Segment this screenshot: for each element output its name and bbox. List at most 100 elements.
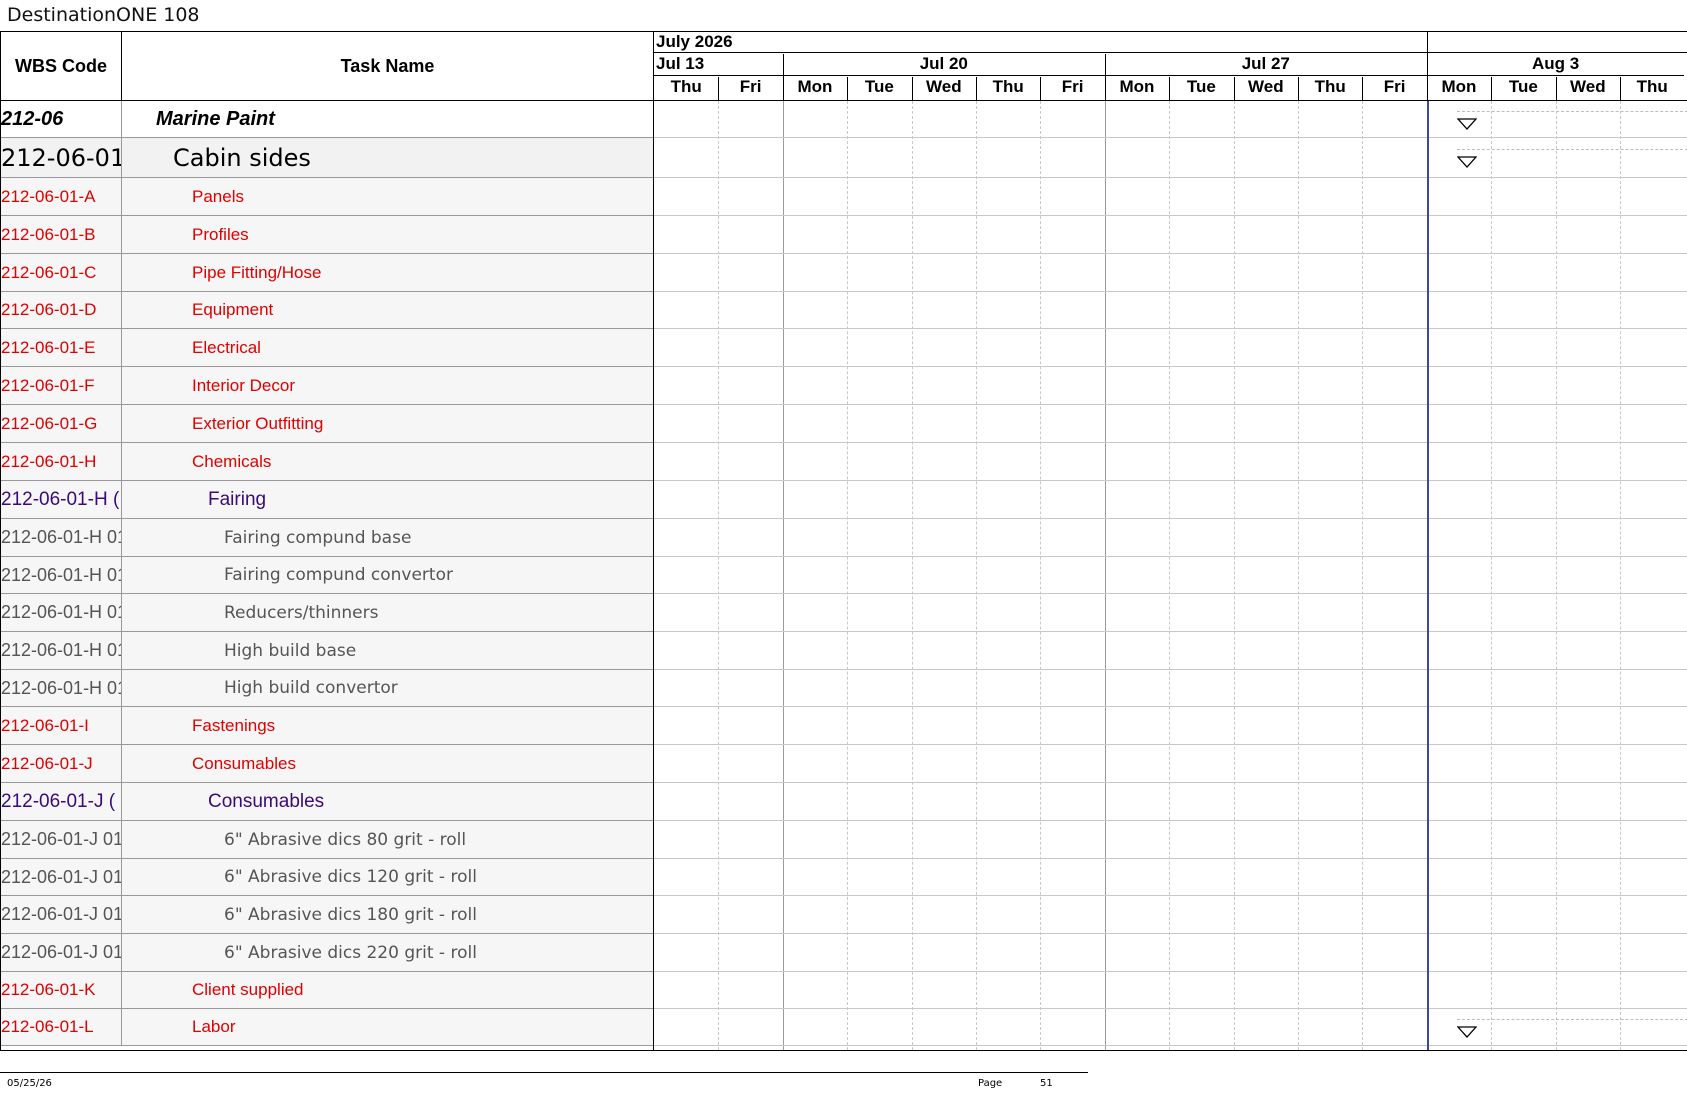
table-row[interactable]: 212-06-01-J (Consumables: [1, 783, 653, 821]
summary-continuation-line: [1456, 149, 1687, 150]
table-row[interactable]: 212-06-01-H ( Fairing: [1, 481, 653, 519]
task-name-cell: Consumables: [208, 790, 325, 812]
day-separator: [1555, 77, 1557, 100]
wbs-code-cell: 212-06-01-G: [1, 405, 122, 442]
timeline-day-label: Mon: [797, 77, 833, 96]
timeline-row: [654, 367, 1687, 405]
day-separator: [976, 77, 977, 100]
wbs-code-cell: 212-06-01-K: [1, 972, 122, 1008]
task-name-cell: Cabin sides: [173, 143, 311, 172]
timeline-row: [654, 443, 1687, 481]
wbs-code-cell: 212-06-01-J: [1, 745, 122, 782]
table-row[interactable]: 212-06-01-F Interior Decor: [1, 367, 653, 405]
wbs-code-cell: 212-06-01-J 01: [1, 896, 122, 933]
table-row[interactable]: 212-06-01-L Labor: [1, 1009, 653, 1046]
table-row[interactable]: 212-06-01-H Chemicals: [1, 443, 653, 481]
task-name-cell: Fairing compund convertor: [224, 565, 453, 585]
table-row[interactable]: 212-06-01-H 01 High build convertor: [1, 670, 653, 707]
table-row[interactable]: 212-06 Marine Paint: [1, 101, 653, 138]
day-separator: [718, 77, 720, 100]
table-row[interactable]: 212-06-01-H 01 High build base: [1, 632, 653, 670]
timeline-day-label: Thu: [1314, 77, 1346, 96]
timeline-row: [654, 594, 1687, 632]
table-row[interactable]: 212-06-01-J 01 6" Abrasive dics 120 grit …: [1, 859, 653, 896]
task-name-cell: 6" Abrasive dics 120 grit - roll: [224, 867, 477, 887]
timeline-day-label: Wed: [1248, 77, 1284, 96]
table-row[interactable]: 212-06-01-J 01 6" Abrasive dics 80 grit -…: [1, 821, 653, 859]
wbs-code-cell: 212-06-01-E: [1, 329, 122, 366]
task-name-header[interactable]: Task Name: [122, 32, 653, 100]
table-row[interactable]: 212-06-01-D Equipment: [1, 292, 653, 329]
timeline-row: [654, 783, 1687, 821]
table-row[interactable]: 212-06-01-J 01 6" Abrasive dics 220 grit …: [1, 934, 653, 972]
timeline-row: [654, 557, 1687, 594]
summary-task-marker-icon: [1456, 117, 1477, 130]
timeline-row: [654, 405, 1687, 443]
wbs-code-cell: 212-06-01-H (: [1, 481, 122, 518]
task-name-cell: Client supplied: [192, 980, 304, 999]
task-name-cell: 6" Abrasive dics 80 grit - roll: [224, 829, 467, 850]
timeline-day-label: Thu: [670, 77, 702, 96]
table-row[interactable]: 212-06-01-J 01 6" Abrasive dics 180 grit …: [1, 896, 653, 934]
day-separator: [1620, 77, 1621, 100]
timeline-row: [654, 329, 1687, 367]
table-row[interactable]: 212-06-01-I Fastenings: [1, 707, 653, 745]
timeline-grid: [654, 101, 1687, 1050]
wbs-code-cell: 212-06-01-I: [1, 707, 122, 744]
table-row[interactable]: 212-06-01-C Pipe Fitting/Hose: [1, 254, 653, 292]
wbs-code-cell: 212-06-01-H 01: [1, 632, 122, 669]
document-title: DestinationONE 108: [7, 4, 200, 26]
summary-task-marker-icon: [1456, 156, 1477, 168]
footer-divider: [0, 1072, 1088, 1073]
task-name-cell: Profiles: [192, 224, 249, 244]
task-name-cell: Fairing: [208, 488, 267, 510]
footer-date: 05/25/26: [7, 1078, 52, 1089]
table-row[interactable]: 212-06-01-K Client supplied: [1, 972, 653, 1009]
table-row[interactable]: 212-06-01-G Exterior Outfitting: [1, 405, 653, 443]
timeline-day-label: Mon: [1441, 77, 1477, 96]
table-row[interactable]: 212-06-01-J Consumables: [1, 745, 653, 783]
task-name-cell: Fairing compund base: [224, 527, 412, 548]
timeline-week-label: Jul 13: [654, 54, 783, 76]
table-row[interactable]: 212-06-01-H 01 Reducers/thinners: [1, 594, 653, 632]
wbs-code-cell: 212-06-01-C: [1, 254, 122, 291]
task-name-cell: Chemicals: [192, 451, 272, 471]
task-name-cell: Pipe Fitting/Hose: [192, 262, 322, 282]
wbs-code-cell: 212-06-01-A: [1, 178, 122, 215]
task-name-cell: 6" Abrasive dics 220 grit - roll: [224, 942, 477, 963]
timeline-day-label: Fri: [1061, 77, 1084, 96]
footer-page-label: Page: [978, 1078, 1003, 1089]
table-row[interactable]: 212-06-01 Cabin sides: [1, 138, 653, 178]
timeline-row: [654, 519, 1687, 557]
gantt-chart: July 2026 Jul 13 Jul 20 Jul 27 Aug 3 Thu Fri Mo…: [653, 32, 1687, 1050]
wbs-code-cell: 212-06-01-H 01: [1, 557, 122, 593]
day-separator: [847, 77, 849, 100]
timeline-row: [654, 934, 1687, 972]
gantt-sheet: WBS Code Task Name 212-06 Marine Paint 212…: [0, 31, 1687, 1051]
timeline-day-label: Fri: [739, 77, 762, 96]
table-row[interactable]: 212-06-01-A Panels: [1, 178, 653, 216]
timeline-row: [654, 138, 1687, 178]
task-name-cell: Interior Decor: [192, 375, 295, 395]
wbs-code-cell: 212-06-01-J 01: [1, 859, 122, 895]
timeline-header: July 2026 Jul 13 Jul 20 Jul 27 Aug 3 Thu Fri Mo…: [654, 32, 1687, 101]
timeline-row: [654, 1009, 1687, 1046]
timeline-row: [654, 101, 1687, 138]
timeline-month-cell: [1426, 32, 1687, 53]
table-row[interactable]: 212-06-01-H 01 Fairing compund base: [1, 519, 653, 557]
timeline-row: [654, 632, 1687, 670]
table-row[interactable]: 212-06-01-B Profiles: [1, 216, 653, 254]
day-separator: [1169, 77, 1171, 100]
timeline-row: [654, 707, 1687, 745]
timeline-day-label: Thu: [1636, 77, 1668, 96]
wbs-code-cell: 212-06-01-J 01: [1, 821, 122, 858]
timeline-day-label: Wed: [926, 77, 962, 96]
task-name-cell: Fastenings: [192, 715, 276, 735]
timeline-month-label: July 2026: [654, 32, 1427, 53]
timeline-day-label: Tue: [1508, 77, 1538, 96]
table-row[interactable]: 212-06-01-E Electrical: [1, 329, 653, 367]
wbs-code-cell: 212-06-01-D: [1, 292, 122, 328]
table-row[interactable]: 212-06-01-H 01 Fairing compund convertor: [1, 557, 653, 594]
task-name-cell: Reducers/thinners: [224, 602, 379, 623]
wbs-code-header[interactable]: WBS Code: [1, 32, 122, 100]
